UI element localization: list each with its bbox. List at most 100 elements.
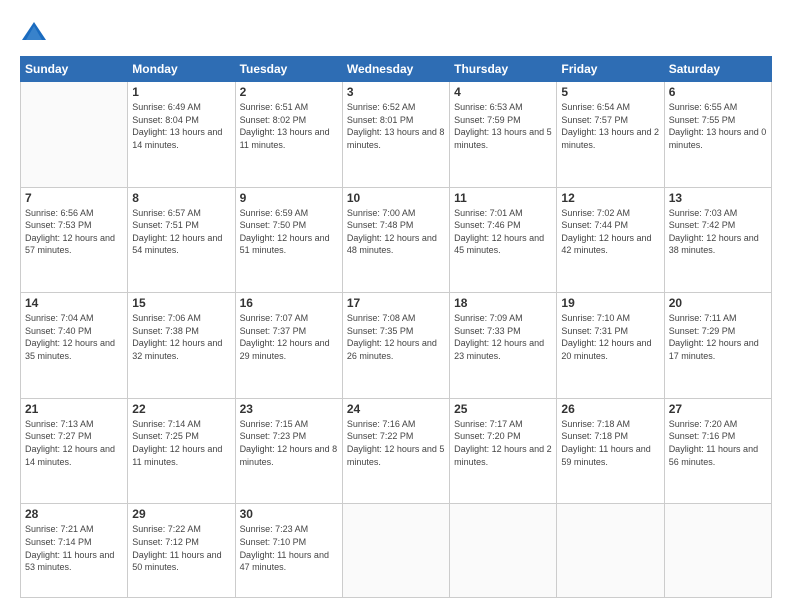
day-info: Sunrise: 6:52 AMSunset: 8:01 PMDaylight:… (347, 101, 445, 151)
day-number: 1 (132, 85, 230, 99)
day-info: Sunrise: 7:10 AMSunset: 7:31 PMDaylight:… (561, 312, 659, 362)
day-number: 24 (347, 402, 445, 416)
day-number: 15 (132, 296, 230, 310)
day-info: Sunrise: 6:57 AMSunset: 7:51 PMDaylight:… (132, 207, 230, 257)
day-info: Sunrise: 7:13 AMSunset: 7:27 PMDaylight:… (25, 418, 123, 468)
day-number: 25 (454, 402, 552, 416)
calendar-cell: 28 Sunrise: 7:21 AMSunset: 7:14 PMDayligh… (21, 504, 128, 598)
weekday-row: SundayMondayTuesdayWednesdayThursdayFrid… (21, 57, 772, 82)
day-info: Sunrise: 7:01 AMSunset: 7:46 PMDaylight:… (454, 207, 552, 257)
calendar-cell: 2 Sunrise: 6:51 AMSunset: 8:02 PMDaylight… (235, 82, 342, 188)
calendar-cell: 24 Sunrise: 7:16 AMSunset: 7:22 PMDayligh… (342, 398, 449, 504)
calendar-cell (21, 82, 128, 188)
calendar-body: 1 Sunrise: 6:49 AMSunset: 8:04 PMDaylight… (21, 82, 772, 598)
day-info: Sunrise: 7:22 AMSunset: 7:12 PMDaylight:… (132, 523, 230, 573)
day-info: Sunrise: 6:49 AMSunset: 8:04 PMDaylight:… (132, 101, 230, 151)
calendar-cell (450, 504, 557, 598)
calendar-cell: 10Sunrise: 7:00 AMSunset: 7:48 PMDayligh… (342, 187, 449, 293)
day-number: 27 (669, 402, 767, 416)
calendar-cell: 29 Sunrise: 7:22 AMSunset: 7:12 PMDayligh… (128, 504, 235, 598)
calendar-cell: 7 Sunrise: 6:56 AMSunset: 7:53 PMDaylight… (21, 187, 128, 293)
day-number: 17 (347, 296, 445, 310)
day-info: Sunrise: 7:18 AMSunset: 7:18 PMDaylight:… (561, 418, 659, 468)
weekday-header-tuesday: Tuesday (235, 57, 342, 82)
calendar-cell: 17 Sunrise: 7:08 AMSunset: 7:35 PMDayligh… (342, 293, 449, 399)
day-number: 19 (561, 296, 659, 310)
day-info: Sunrise: 7:04 AMSunset: 7:40 PMDaylight:… (25, 312, 123, 362)
calendar-week-row: 28 Sunrise: 7:21 AMSunset: 7:14 PMDayligh… (21, 504, 772, 598)
day-number: 22 (132, 402, 230, 416)
day-number: 14 (25, 296, 123, 310)
calendar-cell: 18 Sunrise: 7:09 AMSunset: 7:33 PMDayligh… (450, 293, 557, 399)
day-info: Sunrise: 6:51 AMSunset: 8:02 PMDaylight:… (240, 101, 338, 151)
day-info: Sunrise: 7:23 AMSunset: 7:10 PMDaylight:… (240, 523, 338, 573)
day-info: Sunrise: 7:03 AMSunset: 7:42 PMDaylight:… (669, 207, 767, 257)
day-number: 16 (240, 296, 338, 310)
calendar-cell: 19 Sunrise: 7:10 AMSunset: 7:31 PMDayligh… (557, 293, 664, 399)
day-number: 11 (454, 191, 552, 205)
calendar-cell: 14 Sunrise: 7:04 AMSunset: 7:40 PMDayligh… (21, 293, 128, 399)
calendar-cell (664, 504, 771, 598)
day-number: 30 (240, 507, 338, 521)
day-number: 2 (240, 85, 338, 99)
logo (20, 18, 52, 46)
day-info: Sunrise: 7:11 AMSunset: 7:29 PMDaylight:… (669, 312, 767, 362)
day-number: 13 (669, 191, 767, 205)
calendar-week-row: 1 Sunrise: 6:49 AMSunset: 8:04 PMDaylight… (21, 82, 772, 188)
calendar-week-row: 7 Sunrise: 6:56 AMSunset: 7:53 PMDaylight… (21, 187, 772, 293)
calendar-cell: 6 Sunrise: 6:55 AMSunset: 7:55 PMDaylight… (664, 82, 771, 188)
weekday-header-saturday: Saturday (664, 57, 771, 82)
calendar-cell: 9Sunrise: 6:59 AMSunset: 7:50 PMDaylight… (235, 187, 342, 293)
day-number: 9 (240, 191, 338, 205)
day-number: 6 (669, 85, 767, 99)
day-info: Sunrise: 7:06 AMSunset: 7:38 PMDaylight:… (132, 312, 230, 362)
calendar-header: SundayMondayTuesdayWednesdayThursdayFrid… (21, 57, 772, 82)
calendar-cell: 3 Sunrise: 6:52 AMSunset: 8:01 PMDaylight… (342, 82, 449, 188)
calendar-cell: 11 Sunrise: 7:01 AMSunset: 7:46 PMDayligh… (450, 187, 557, 293)
calendar-cell: 27 Sunrise: 7:20 AMSunset: 7:16 PMDayligh… (664, 398, 771, 504)
calendar-cell (342, 504, 449, 598)
day-number: 7 (25, 191, 123, 205)
day-info: Sunrise: 7:08 AMSunset: 7:35 PMDaylight:… (347, 312, 445, 362)
calendar-cell: 1 Sunrise: 6:49 AMSunset: 8:04 PMDaylight… (128, 82, 235, 188)
day-number: 3 (347, 85, 445, 99)
day-info: Sunrise: 7:14 AMSunset: 7:25 PMDaylight:… (132, 418, 230, 468)
calendar-cell: 8Sunrise: 6:57 AMSunset: 7:51 PMDaylight… (128, 187, 235, 293)
day-number: 28 (25, 507, 123, 521)
day-number: 5 (561, 85, 659, 99)
calendar-cell: 13 Sunrise: 7:03 AMSunset: 7:42 PMDayligh… (664, 187, 771, 293)
day-info: Sunrise: 7:20 AMSunset: 7:16 PMDaylight:… (669, 418, 767, 468)
day-number: 20 (669, 296, 767, 310)
day-number: 18 (454, 296, 552, 310)
weekday-header-thursday: Thursday (450, 57, 557, 82)
calendar-cell: 21Sunrise: 7:13 AMSunset: 7:27 PMDayligh… (21, 398, 128, 504)
day-info: Sunrise: 7:07 AMSunset: 7:37 PMDaylight:… (240, 312, 338, 362)
day-info: Sunrise: 7:16 AMSunset: 7:22 PMDaylight:… (347, 418, 445, 468)
day-number: 23 (240, 402, 338, 416)
calendar-cell: 25 Sunrise: 7:17 AMSunset: 7:20 PMDayligh… (450, 398, 557, 504)
calendar-week-row: 14 Sunrise: 7:04 AMSunset: 7:40 PMDayligh… (21, 293, 772, 399)
calendar-cell (557, 504, 664, 598)
calendar-cell: 26 Sunrise: 7:18 AMSunset: 7:18 PMDayligh… (557, 398, 664, 504)
calendar-cell: 23 Sunrise: 7:15 AMSunset: 7:23 PMDayligh… (235, 398, 342, 504)
weekday-header-sunday: Sunday (21, 57, 128, 82)
day-number: 4 (454, 85, 552, 99)
weekday-header-friday: Friday (557, 57, 664, 82)
calendar-cell: 20 Sunrise: 7:11 AMSunset: 7:29 PMDayligh… (664, 293, 771, 399)
day-info: Sunrise: 7:17 AMSunset: 7:20 PMDaylight:… (454, 418, 552, 468)
day-number: 26 (561, 402, 659, 416)
day-info: Sunrise: 6:53 AMSunset: 7:59 PMDaylight:… (454, 101, 552, 151)
calendar-cell: 15 Sunrise: 7:06 AMSunset: 7:38 PMDayligh… (128, 293, 235, 399)
calendar-week-row: 21Sunrise: 7:13 AMSunset: 7:27 PMDayligh… (21, 398, 772, 504)
weekday-header-wednesday: Wednesday (342, 57, 449, 82)
day-info: Sunrise: 7:09 AMSunset: 7:33 PMDaylight:… (454, 312, 552, 362)
day-info: Sunrise: 6:55 AMSunset: 7:55 PMDaylight:… (669, 101, 767, 151)
day-number: 29 (132, 507, 230, 521)
day-info: Sunrise: 7:00 AMSunset: 7:48 PMDaylight:… (347, 207, 445, 257)
day-info: Sunrise: 7:21 AMSunset: 7:14 PMDaylight:… (25, 523, 123, 573)
day-info: Sunrise: 6:56 AMSunset: 7:53 PMDaylight:… (25, 207, 123, 257)
calendar-table: SundayMondayTuesdayWednesdayThursdayFrid… (20, 56, 772, 598)
day-info: Sunrise: 7:15 AMSunset: 7:23 PMDaylight:… (240, 418, 338, 468)
logo-icon (20, 18, 48, 46)
day-number: 12 (561, 191, 659, 205)
